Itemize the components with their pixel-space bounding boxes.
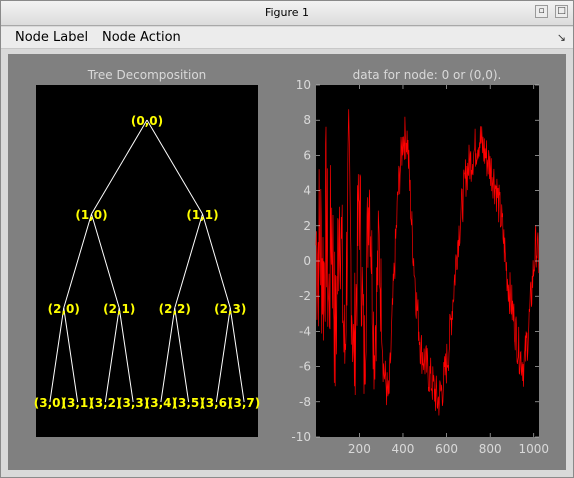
x-tick-label: 800 <box>479 442 502 456</box>
x-tick-label: 400 <box>392 442 415 456</box>
y-tick-label: 8 <box>303 113 311 127</box>
tree-node[interactable]: (0,0) <box>131 114 163 128</box>
chart-title: data for node: 0 or (0,0). <box>353 68 502 82</box>
tree-node[interactable]: (1,0) <box>75 208 107 222</box>
maximize-button[interactable]: □ <box>555 5 568 18</box>
tree-node[interactable]: (2,1) <box>103 302 135 316</box>
tree-title: Tree Decomposition <box>87 68 207 82</box>
x-tick-label: 200 <box>348 442 371 456</box>
figure-canvas: Tree Decomposition (0,0) (1,0) (1,1) (2,0) (… <box>8 54 566 470</box>
tree-node[interactable]: (3,7) <box>228 396 260 410</box>
menu-node-action[interactable]: Node Action <box>102 30 181 45</box>
y-tick-label: 2 <box>303 219 311 233</box>
tree-axes <box>36 85 258 437</box>
y-tick-label: 0 <box>303 254 311 268</box>
x-tick-label: 600 <box>435 442 458 456</box>
y-tick-label: 6 <box>303 148 311 162</box>
y-tick-label: -6 <box>299 360 311 374</box>
tree-node[interactable]: (2,3) <box>214 302 246 316</box>
dock-icon[interactable]: ↘ <box>557 31 566 44</box>
window-title: Figure 1 <box>264 6 310 19</box>
tree-node[interactable]: (1,1) <box>186 208 218 222</box>
menu-bar: Node Label Node Action ↘ <box>0 27 574 49</box>
minimize-button[interactable]: ▫ <box>535 5 548 18</box>
title-bar[interactable]: Figure 1 ▫ □ <box>0 0 574 26</box>
y-tick-label: -2 <box>299 289 311 303</box>
x-tick-label: 1000 <box>518 442 549 456</box>
tree-node[interactable]: (2,0) <box>48 302 80 316</box>
y-tick-label: 4 <box>303 184 311 198</box>
menu-node-label[interactable]: Node Label <box>15 30 88 45</box>
figure-svg: Tree Decomposition (0,0) (1,0) (1,1) (2,0) (… <box>34 68 549 456</box>
y-tick-label: -8 <box>299 395 311 409</box>
y-tick-label: 10 <box>296 78 311 92</box>
tree-node[interactable]: (2,2) <box>159 302 191 316</box>
y-tick-label: -4 <box>299 324 311 338</box>
y-tick-label: -10 <box>291 430 311 444</box>
